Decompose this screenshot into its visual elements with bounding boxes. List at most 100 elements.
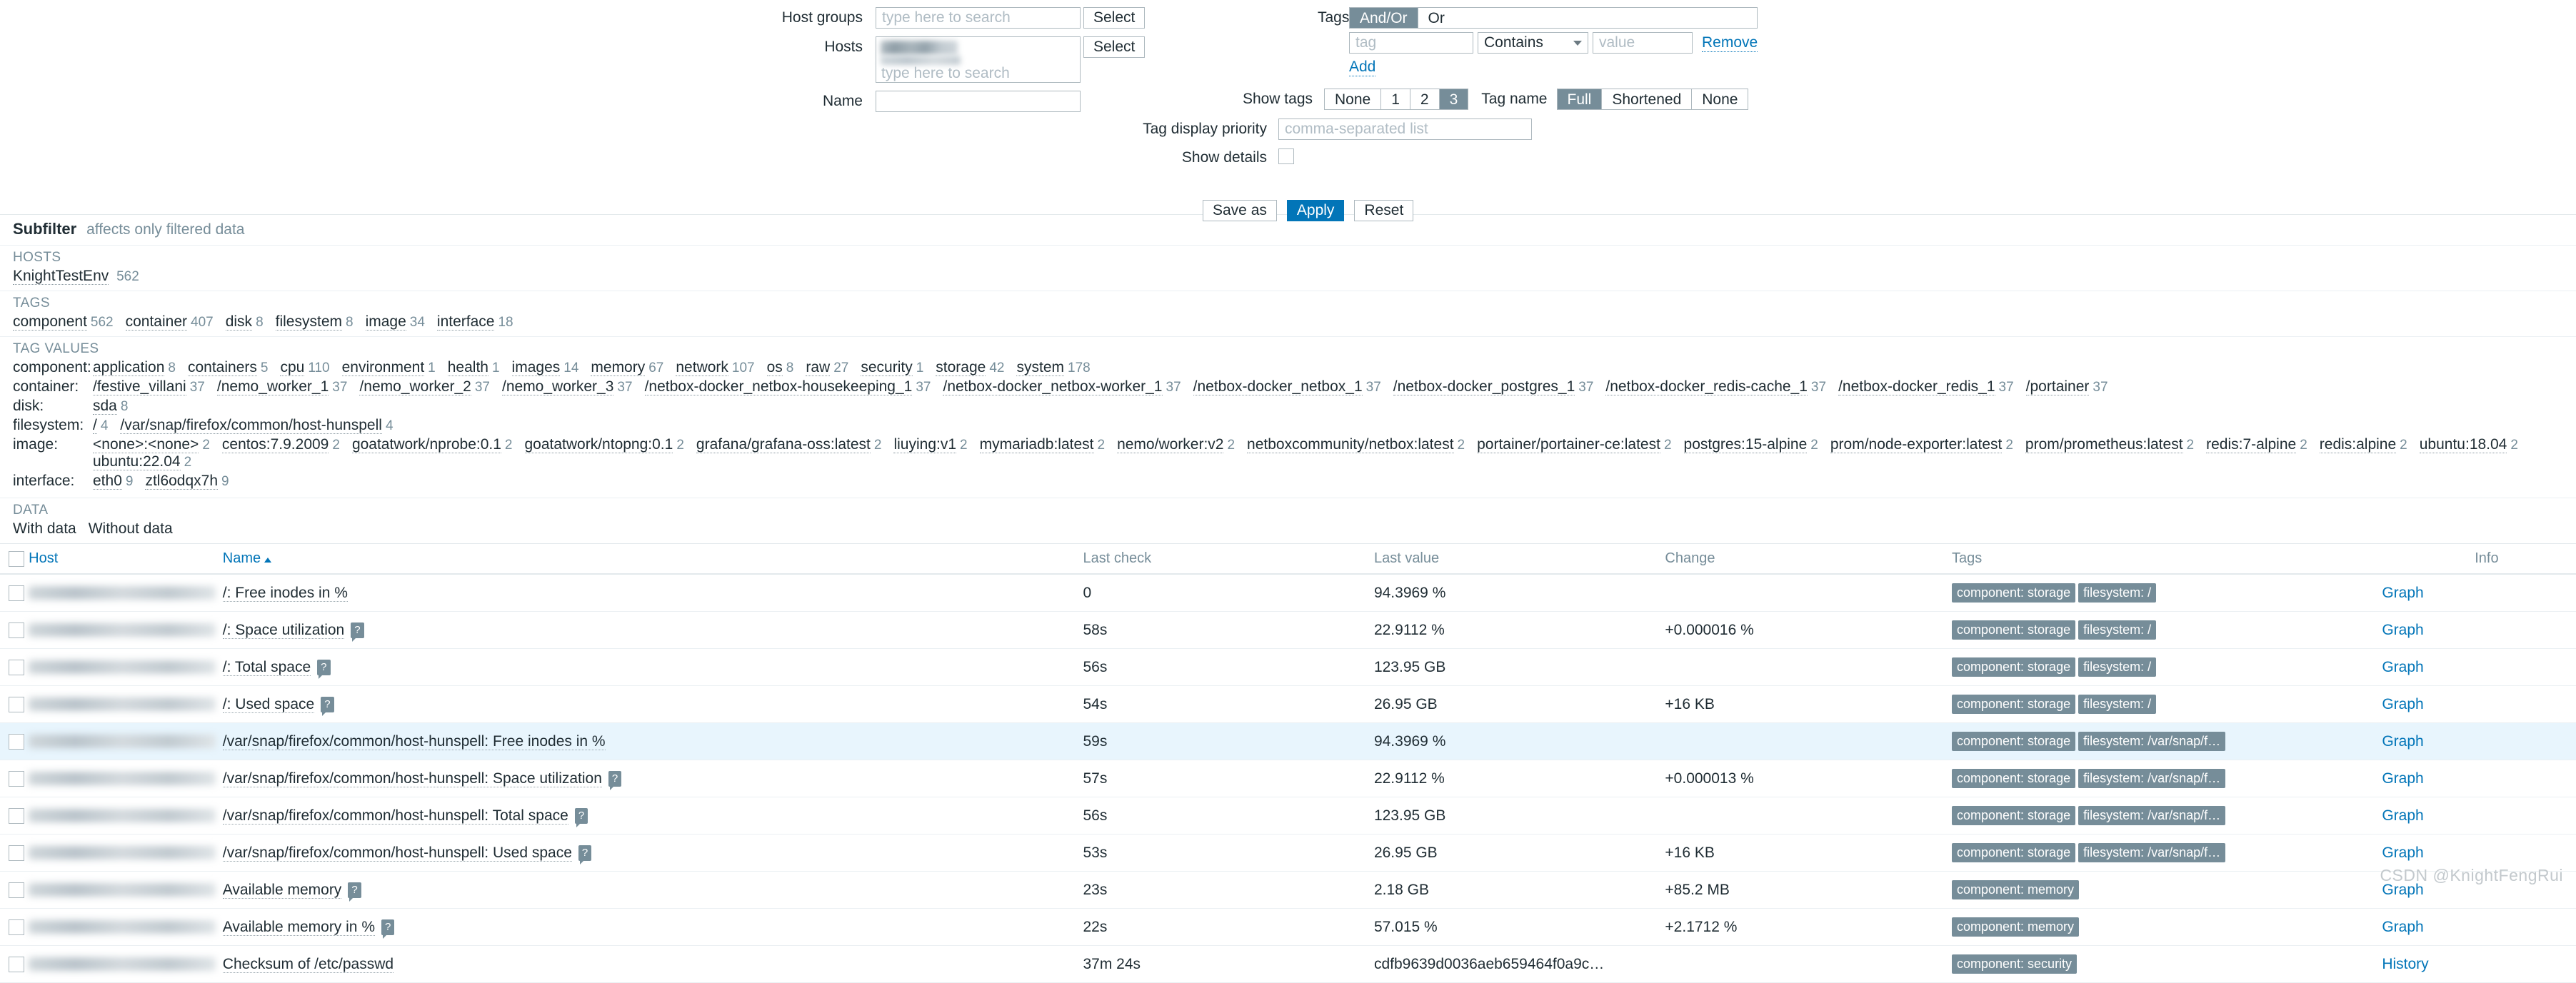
table-row[interactable]: /: Space utilization?58s22.9112 %+0.0000… [0,612,2576,649]
subfilter-tagvalue-item[interactable]: /var/snap/firefox/common/host-hunspell4 [120,417,393,434]
subfilter-tagvalue-name[interactable]: liuying:v1 [893,436,956,453]
row-host-cell[interactable] [29,574,223,612]
subfilter-tagvalue-item[interactable]: ztl6odqx7h9 [145,473,229,490]
subfilter-tagvalue-name[interactable]: nemo/worker:v2 [1117,436,1223,453]
table-row[interactable]: /var/snap/firefox/common/host-hunspell: … [0,723,2576,760]
subfilter-tagvalue-name[interactable]: /netbox-docker_redis_1 [1838,378,1995,395]
row-host-cell[interactable] [29,723,223,760]
subfilter-tagvalue-name[interactable]: /netbox-docker_netbox_1 [1193,378,1363,395]
subfilter-tagvalue-name[interactable]: containers [188,359,257,376]
subfilter-tagvalue-name[interactable]: prom/prometheus:latest [2025,436,2183,453]
item-name-link[interactable]: Checksum of /etc/passwd [223,956,394,973]
tag-chip[interactable]: component: storage [1952,843,2075,862]
subfilter-tagvalue-name[interactable]: os [767,359,783,376]
select-all-checkbox[interactable] [9,551,24,567]
host-name-redacted[interactable] [29,623,216,637]
subfilter-tag-item[interactable]: interface18 [437,313,513,331]
host-name-redacted[interactable] [29,660,216,674]
subfilter-data-name[interactable]: Without data [89,520,173,537]
host-groups-select-button[interactable]: Select [1083,7,1145,29]
item-name-link[interactable]: /var/snap/firefox/common/host-hunspell: … [223,733,606,750]
subfilter-tagvalue-item[interactable]: memory67 [591,359,663,376]
row-action-link[interactable]: Graph [2382,733,2423,750]
subfilter-tagvalue-item[interactable]: goatatwork/ntopng:0.12 [525,436,684,453]
subfilter-tagvalue-item[interactable]: images14 [512,359,579,376]
row-host-cell[interactable] [29,612,223,649]
tag-chip[interactable]: component: storage [1952,732,2075,751]
tag-chip[interactable]: component: storage [1952,583,2075,603]
subfilter-tagvalue-name[interactable]: eth0 [93,473,122,490]
host-name-redacted[interactable] [29,920,216,934]
subfilter-tagvalue-item[interactable]: /nemo_worker_237 [359,378,490,395]
tag-name-none[interactable]: None [1692,89,1748,109]
show-tags-1[interactable]: 1 [1381,89,1410,109]
subfilter-tagvalue-name[interactable]: ubuntu:18.04 [2420,436,2507,453]
subfilter-tagvalue-item[interactable]: environment1 [342,359,436,376]
subfilter-tagvalue-name[interactable]: raw [806,359,830,376]
tags-evaltype-segmented[interactable]: And/Or Or [1349,7,1758,29]
subfilter-tagvalue-item[interactable]: application8 [93,359,176,376]
subfilter-tagvalue-name[interactable]: /nemo_worker_3 [502,378,613,395]
subfilter-tagvalue-item[interactable]: /nemo_worker_137 [217,378,348,395]
table-row[interactable]: /: Free inodes in %094.3969 %component: … [0,574,2576,612]
subfilter-tagvalue-name[interactable]: memory [591,359,645,376]
hosts-input-placeholder[interactable]: type here to search [879,65,1077,82]
subfilter-tag-name[interactable]: component [13,313,87,331]
tag-chip[interactable]: component: storage [1952,695,2075,714]
show-tags-2[interactable]: 2 [1410,89,1440,109]
item-name-link[interactable]: /: Used space [223,696,314,713]
subfilter-tagvalue-item[interactable]: /netbox-docker_netbox_137 [1193,378,1381,395]
subfilter-tagvalue-name[interactable]: redis:7-alpine [2206,436,2296,453]
subfilter-tagvalue-item[interactable]: /festive_villani37 [93,378,205,395]
tag-name-full[interactable]: Full [1558,89,1603,109]
row-host-cell[interactable] [29,835,223,872]
show-details-checkbox[interactable] [1278,148,1294,164]
tag-name-segmented[interactable]: Full Shortened None [1557,89,1749,110]
subfilter-tag-item[interactable]: component562 [13,313,114,331]
host-groups-input[interactable] [876,7,1081,29]
subfilter-tag-name[interactable]: image [366,313,406,331]
subfilter-tagvalue-item[interactable]: cpu110 [280,359,329,376]
subfilter-tagvalue-item[interactable]: /netbox-docker_redis-cache_137 [1605,378,1826,395]
subfilter-tagvalue-name[interactable]: portainer/portainer-ce:latest [1477,436,1660,453]
subfilter-tag-name[interactable]: container [126,313,187,331]
description-help-icon[interactable]: ? [578,845,591,861]
subfilter-tagvalue-item[interactable]: health1 [448,359,500,376]
host-name-redacted[interactable] [29,586,216,600]
tag-chip[interactable]: component: storage [1952,806,2075,825]
subfilter-tagvalue-name[interactable]: /portainer [2026,378,2090,395]
save-as-button[interactable]: Save as [1203,200,1277,221]
table-row[interactable]: Available memory in %?22s57.015 %+2.1712… [0,909,2576,946]
subfilter-tagvalue-item[interactable]: /netbox-docker_netbox-worker_137 [943,378,1181,395]
subfilter-tagvalue-item[interactable]: network107 [676,359,754,376]
description-help-icon[interactable]: ? [351,622,364,638]
tag-operator-select[interactable]: Contains [1478,32,1588,54]
subfilter-tagvalue-name[interactable]: /netbox-docker_netbox-worker_1 [943,378,1162,395]
tag-chip[interactable]: component: memory [1952,880,2079,899]
item-name-link[interactable]: /: Total space [223,659,311,676]
reset-button[interactable]: Reset [1354,200,1413,221]
row-select-checkbox[interactable] [9,660,24,675]
tag-name-shortened[interactable]: Shortened [1602,89,1692,109]
subfilter-tagvalue-item[interactable]: mymariadb:latest2 [980,436,1105,453]
tag-chip[interactable]: filesystem: /var/snap/f… [2078,732,2225,751]
tags-evaltype-or[interactable]: Or [1418,8,1455,28]
subfilter-host-name[interactable]: KnightTestEnv [13,268,109,285]
subfilter-data-item[interactable]: With data [13,520,76,538]
row-select-checkbox[interactable] [9,845,24,861]
item-name-link[interactable]: /var/snap/firefox/common/host-hunspell: … [223,807,568,825]
table-row[interactable]: /var/snap/firefox/common/host-hunspell: … [0,760,2576,797]
subfilter-tagvalue-item[interactable]: /netbox-docker_netbox-housekeeping_137 [645,378,931,395]
tag-chip[interactable]: component: storage [1952,657,2075,677]
item-name-link[interactable]: /var/snap/firefox/common/host-hunspell: … [223,770,602,787]
row-select-checkbox[interactable] [9,622,24,638]
name-input[interactable] [876,91,1081,112]
row-host-cell[interactable] [29,686,223,723]
row-action-link[interactable]: Graph [2382,845,2423,861]
subfilter-tagvalue-name[interactable]: redis:alpine [2320,436,2396,453]
table-row[interactable]: /: Used space?54s26.95 GB+16 KBcomponent… [0,686,2576,723]
tag-chip[interactable]: filesystem: / [2078,583,2156,603]
subfilter-tagvalue-name[interactable]: security [861,359,912,376]
subfilter-tagvalue-item[interactable]: liuying:v12 [893,436,967,453]
row-action-link[interactable]: Graph [2382,919,2423,935]
